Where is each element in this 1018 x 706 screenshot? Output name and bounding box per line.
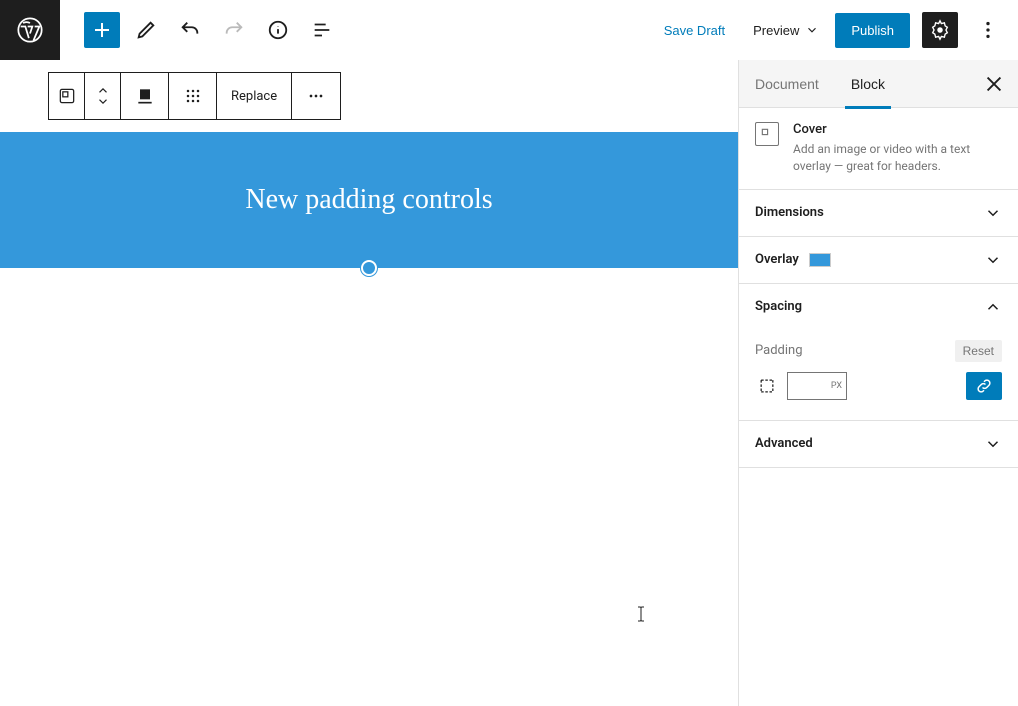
publish-button[interactable]: Publish [835,13,910,48]
panel-spacing[interactable]: Spacing [739,284,1018,330]
alignment-button[interactable] [121,73,169,119]
block-more-button[interactable] [292,73,340,119]
settings-button[interactable] [922,12,958,48]
chevron-up-icon [984,298,1002,316]
add-block-button[interactable] [84,12,120,48]
redo-button[interactable] [216,12,252,48]
save-draft-button[interactable]: Save Draft [652,13,737,48]
panel-overlay[interactable]: Overlay [739,237,1018,284]
settings-sidebar: Document Block Cover Add an image or vid… [738,60,1018,706]
block-description: Add an image or video with a text overla… [793,141,1002,175]
outline-button[interactable] [304,12,340,48]
chevron-down-icon [984,435,1002,453]
edit-button[interactable] [128,12,164,48]
link-sides-button[interactable] [966,372,1002,400]
replace-button[interactable]: Replace [217,73,292,119]
preview-label: Preview [753,23,799,38]
cover-block[interactable]: New padding controls [0,132,738,268]
more-options-button[interactable] [970,12,1006,48]
preview-button[interactable]: Preview [749,13,823,48]
panel-dimensions[interactable]: Dimensions [739,190,1018,237]
info-button[interactable] [260,12,296,48]
reset-padding-button[interactable]: Reset [955,340,1002,362]
chevron-down-icon [984,204,1002,222]
wordpress-logo[interactable] [0,0,60,60]
tab-block[interactable]: Block [835,60,901,108]
undo-button[interactable] [172,12,208,48]
chevron-down-icon [96,97,110,107]
padding-label: Padding [755,343,803,358]
content-position-button[interactable] [169,73,217,119]
tab-document[interactable]: Document [739,60,835,108]
block-type-button[interactable] [49,73,85,119]
resize-handle[interactable] [361,260,377,276]
overlay-color-swatch [809,253,831,267]
close-sidebar-button[interactable] [970,60,1018,108]
box-sides-icon [755,374,779,398]
chevron-down-icon [805,23,819,37]
block-toolbar: Replace [48,72,341,120]
panel-advanced[interactable]: Advanced [739,421,1018,468]
cover-block-icon [755,122,779,146]
cover-heading[interactable]: New padding controls [245,184,492,216]
move-up-down-button[interactable] [85,73,121,119]
text-cursor-icon [636,606,646,622]
block-name: Cover [793,122,1002,137]
chevron-up-icon [96,85,110,95]
chevron-down-icon [984,251,1002,269]
padding-input[interactable]: PX [787,372,847,400]
